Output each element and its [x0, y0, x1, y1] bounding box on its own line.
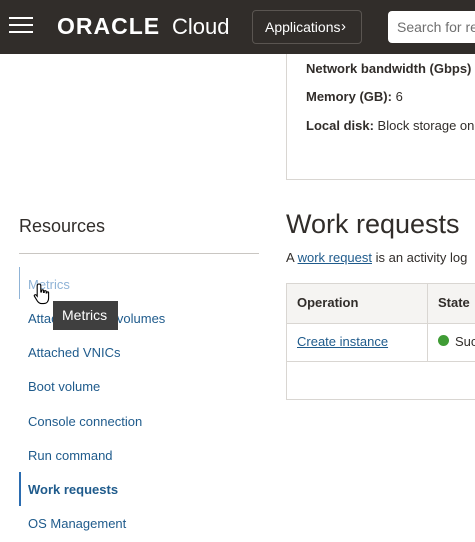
sidebar-item-console-connection[interactable]: Console connection: [28, 414, 142, 429]
work-requests-title: Work requests: [286, 209, 460, 239]
success-status-icon: [438, 335, 449, 346]
description-prefix: A: [286, 250, 298, 265]
applications-button[interactable]: Applications ›: [252, 10, 362, 44]
row-divider: [287, 361, 475, 362]
resources-title: Resources: [19, 216, 106, 236]
create-instance-link[interactable]: Create instance: [297, 334, 388, 349]
network-bandwidth-row: Network bandwidth (Gbps): [306, 61, 471, 76]
memory-row: Memory (GB): 6: [306, 89, 403, 104]
local-disk-value: Block storage on: [377, 118, 475, 133]
work-requests-table: Operation State Create instance Suc: [286, 283, 475, 400]
local-disk-label: Local disk:: [306, 118, 374, 133]
hamburger-menu-icon[interactable]: [9, 17, 33, 35]
cloud-logo-text[interactable]: Cloud: [172, 14, 229, 40]
sidebar-item-attached-vnics[interactable]: Attached VNICs: [28, 345, 121, 360]
table-header: Operation State: [287, 284, 475, 324]
sidebar-item-run-command[interactable]: Run command: [28, 448, 113, 463]
search-input[interactable]: [388, 11, 475, 43]
sidebar-item-boot-volume[interactable]: Boot volume: [28, 379, 100, 394]
top-navigation-bar: ORACLE Cloud Applications ›: [0, 0, 475, 54]
applications-label: Applications: [265, 19, 341, 35]
metrics-tooltip: Metrics: [53, 301, 118, 330]
column-header-operation[interactable]: Operation: [297, 295, 358, 310]
column-separator: [427, 284, 428, 323]
column-header-state[interactable]: State: [438, 295, 470, 310]
chevron-right-icon: ›: [341, 18, 346, 35]
cell-separator: [427, 323, 428, 361]
network-bandwidth-label: Network bandwidth (Gbps): [306, 61, 472, 76]
active-item-marker: [19, 472, 21, 506]
sidebar-item-os-management[interactable]: OS Management: [28, 516, 126, 531]
work-requests-description: A work request is an activity log: [286, 250, 467, 265]
sidebar-item-work-requests[interactable]: Work requests: [28, 482, 118, 497]
status-text: Suc: [455, 334, 475, 349]
hand-pointer-cursor-icon: [33, 283, 50, 305]
work-request-link[interactable]: work request: [298, 250, 372, 265]
oracle-logo[interactable]: ORACLE: [57, 13, 160, 40]
local-disk-row: Local disk: Block storage on: [306, 118, 474, 133]
description-suffix: is an activity log: [372, 250, 468, 265]
memory-label: Memory (GB):: [306, 89, 392, 104]
metrics-focus-marker: [19, 267, 20, 299]
memory-value: 6: [395, 89, 403, 104]
search-box[interactable]: [388, 11, 475, 43]
resources-divider: [19, 253, 259, 254]
